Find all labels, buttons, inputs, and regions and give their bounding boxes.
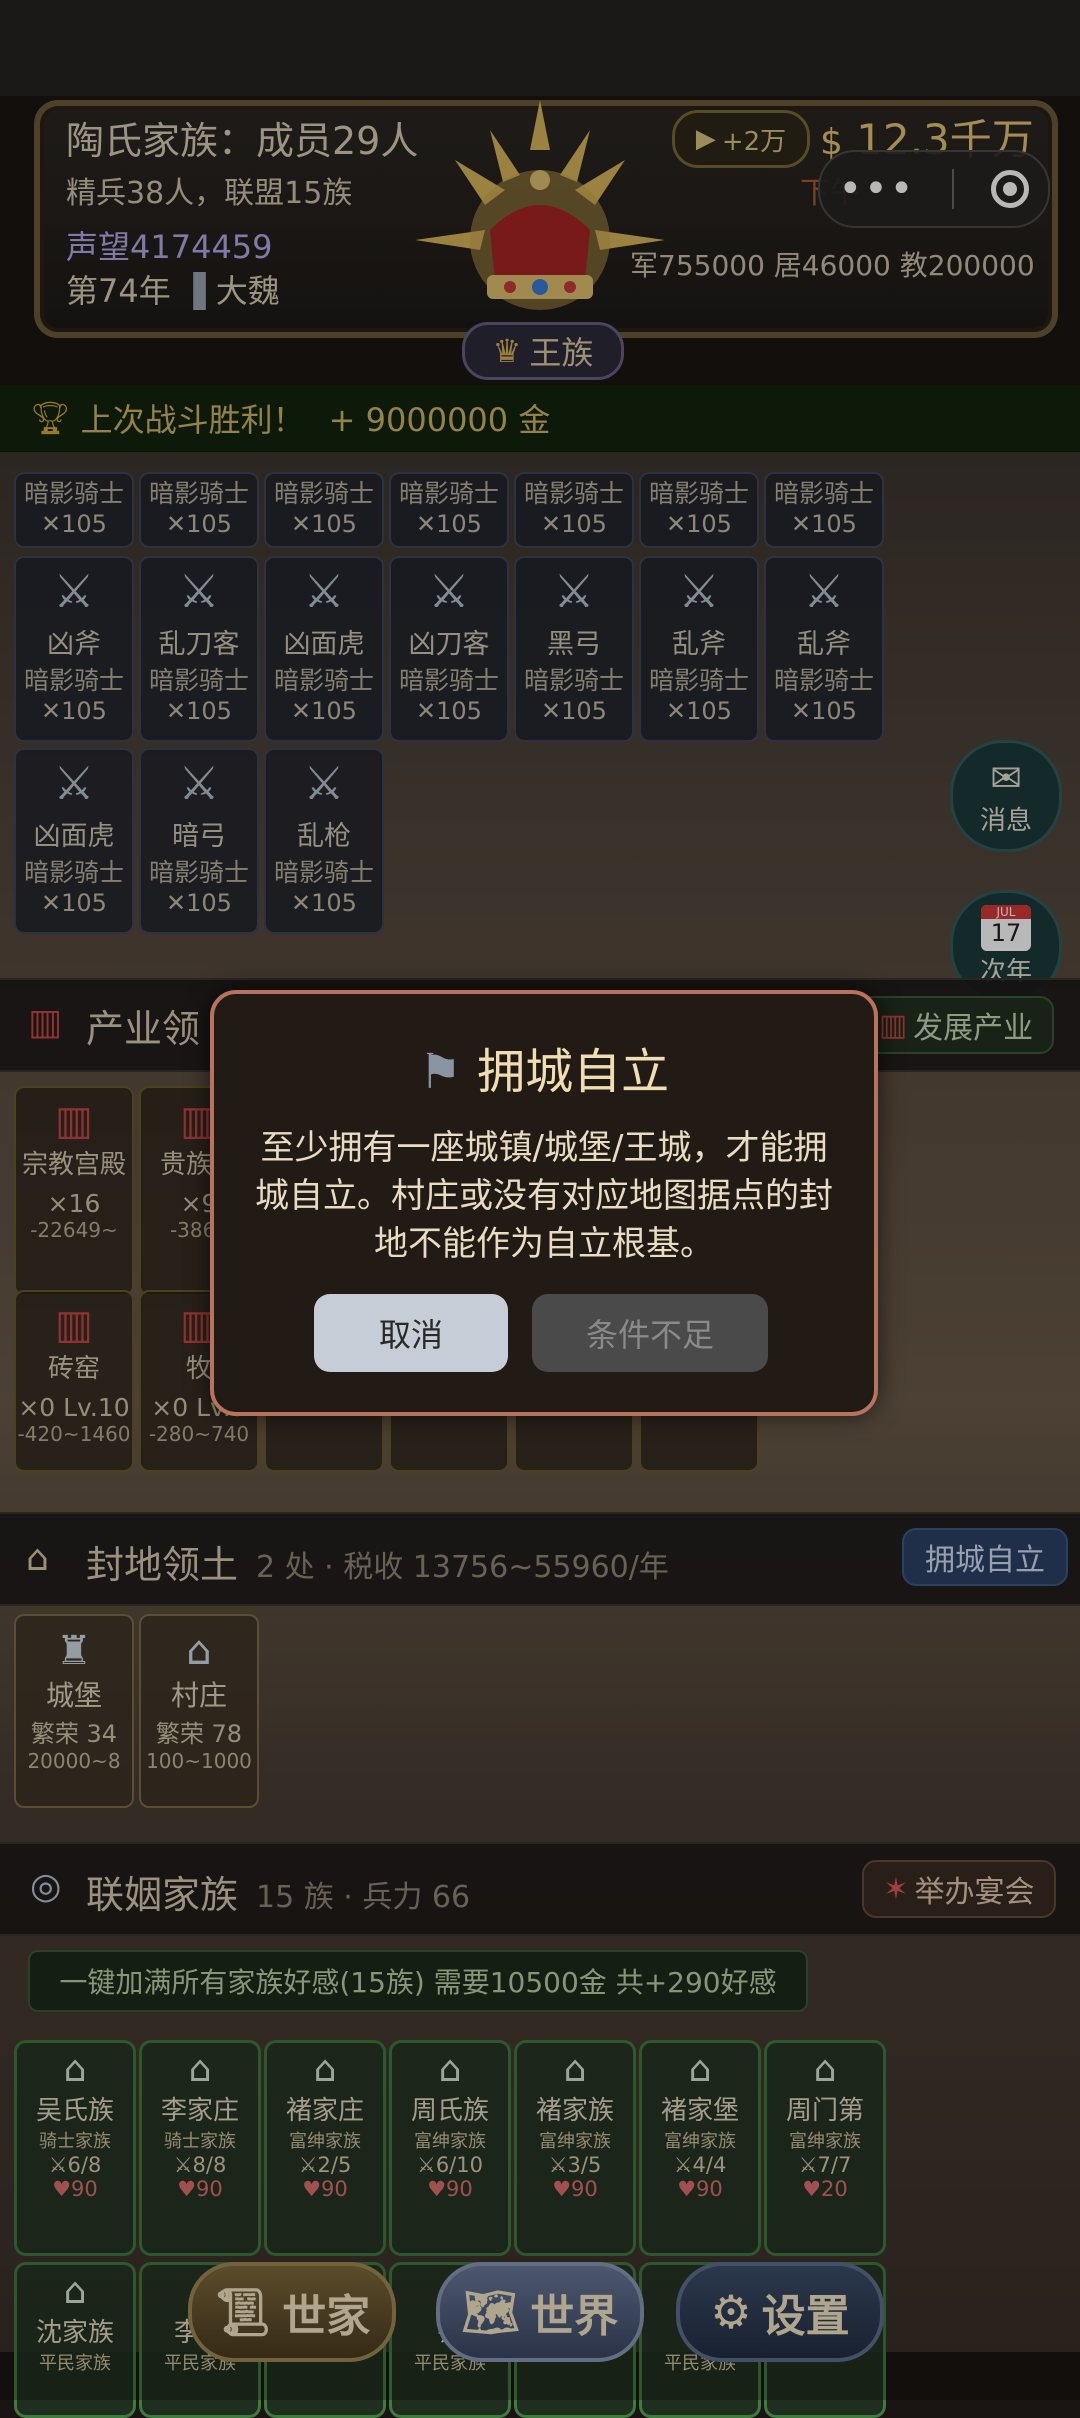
dialog-title-row: ⚑ 拥城自立: [214, 1032, 874, 1102]
dialog-title: 拥城自立: [477, 1044, 670, 1100]
insufficient-condition-button[interactable]: 条件不足: [532, 1294, 768, 1372]
flag-icon: ⚑: [418, 1044, 462, 1100]
dialog-body: 至少拥有一座城镇/城堡/王城，才能拥城自立。村庄或没有对应地图据点的封地不能作为…: [255, 1128, 833, 1264]
independence-dialog: ⚑ 拥城自立 至少拥有一座城镇/城堡/王城，才能拥城自立。村庄或没有对应地图据点…: [210, 990, 878, 1416]
cancel-button[interactable]: 取消: [314, 1294, 508, 1372]
